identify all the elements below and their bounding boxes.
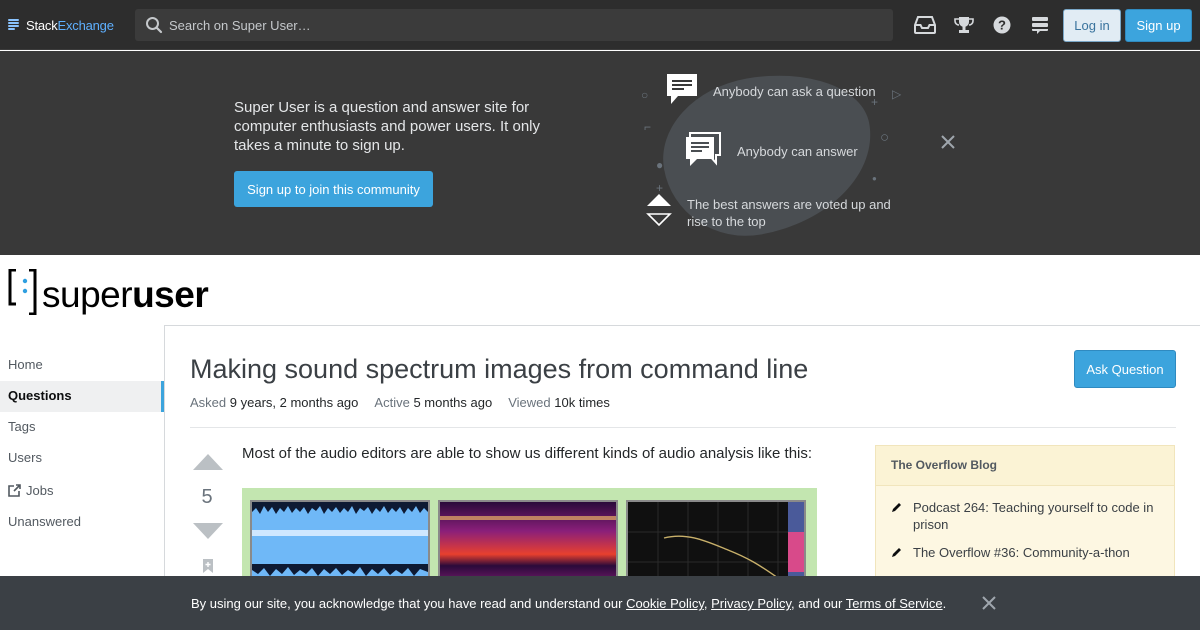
blog-title: The Overflow Blog [876,446,1174,486]
cookie-suffix: . [942,596,947,611]
hero-description: Super User is a question and answer site… [234,99,540,154]
nav-home[interactable]: Home [0,350,164,381]
site-switcher-icon[interactable] [1028,13,1052,37]
nav-jobs[interactable]: Jobs [0,474,164,507]
external-link-icon [8,484,21,497]
blog-item[interactable]: Podcast 264: Teaching yourself to code i… [891,499,1161,533]
blog-item-label[interactable]: Podcast 264: Teaching yourself to code i… [913,499,1161,533]
svg-text:?: ? [998,18,1006,33]
ask-question-button[interactable]: Ask Question [1074,350,1176,388]
meta-active-value[interactable]: 5 months ago [413,395,492,410]
cookie-banner: By using our site, you acknowledge that … [0,576,1200,630]
question-title[interactable]: Making sound spectrum images from comman… [190,353,808,385]
downvote-icon[interactable] [192,522,224,540]
search-box[interactable] [135,9,893,41]
brand-stack: Stack [26,17,58,33]
hero-item-answer: Anybody can answer [737,144,858,159]
vote-arrows-icon [646,194,672,227]
cookie-sep1: , [703,596,712,611]
ask-question-icon [667,74,697,104]
meta-asked-label: Asked [190,395,227,410]
superuser-bracket-icon [8,269,37,315]
login-button[interactable]: Log in [1063,9,1121,42]
cookie-prefix: By using our site, you acknowledge that … [191,596,627,611]
achievements-icon[interactable] [952,13,976,37]
meta-viewed: Viewed 10k times [508,395,610,410]
bookmark-icon[interactable] [202,558,214,574]
top-bar: StackExchange ? Log in Sign up [0,0,1200,50]
deco-circle: ○ [880,129,890,146]
terms-link[interactable]: Terms of Service [846,596,943,611]
title-divider [190,427,1176,428]
search-input[interactable] [169,17,849,33]
deco-triangle: ▷ [892,87,902,101]
pencil-icon [892,548,901,557]
deco-dot: ● [656,158,664,172]
meta-viewed-label: Viewed [508,395,551,410]
hero-close-icon[interactable] [940,134,956,150]
signup-button[interactable]: Sign up [1125,9,1192,42]
cookie-sep2: , and our [791,596,846,611]
upvote-icon[interactable] [192,453,224,471]
cookie-close-icon[interactable] [981,595,997,611]
join-community-button[interactable]: Sign up to join this community [234,171,433,207]
stackexchange-icon [8,19,19,31]
left-sidebar: Home Questions Tags Users Jobs Unanswere… [0,350,164,538]
cookie-text: By using our site, you acknowledge that … [191,596,946,611]
brand-light: super [42,274,133,315]
blog-item[interactable]: The Overflow #36: Community-a-thon [891,544,1161,561]
search-icon [146,17,163,34]
superuser-logo[interactable]: superuser [8,267,209,315]
inbox-icon[interactable] [913,13,937,37]
brand-wordmark: superuser [42,274,209,315]
question-meta: Asked 9 years, 2 months ago Active 5 mon… [190,395,610,410]
meta-active: Active 5 months ago [374,395,492,410]
question-body: Most of the audio editors are able to sh… [242,445,813,462]
signup-hero: Super User is a question and answer site… [0,51,1200,255]
meta-viewed-value: 10k times [554,395,610,410]
nav-questions[interactable]: Questions [0,381,164,412]
pencil-icon [892,503,901,512]
hero-item-best: The best answers are voted up and rise t… [687,197,891,229]
nav-unanswered[interactable]: Unanswered [0,507,164,538]
brand-bold: user [132,274,209,315]
deco-circle: ○ [641,88,649,102]
meta-asked: Asked 9 years, 2 months ago [190,395,358,410]
meta-asked-value: 9 years, 2 months ago [229,395,359,410]
nav-users[interactable]: Users [0,443,164,474]
nav-tags[interactable]: Tags [0,412,164,443]
nav-jobs-label: Jobs [26,483,54,498]
deco-corner: ⌐ [644,120,652,134]
brand-exchange: Exchange [57,17,114,33]
stackexchange-logo[interactable]: Stack Exchange [8,15,114,35]
privacy-policy-link[interactable]: Privacy Policy [711,596,791,611]
help-icon[interactable]: ? [990,13,1014,37]
cookie-policy-link[interactable]: Cookie Policy [626,596,704,611]
vote-count: 5 [201,486,213,508]
answer-icon [686,132,721,166]
hero-item-ask: Anybody can ask a question [713,84,876,99]
blog-item-label[interactable]: The Overflow #36: Community-a-thon [913,544,1130,561]
meta-active-label: Active [374,395,410,410]
deco-dot: ● [872,174,877,183]
